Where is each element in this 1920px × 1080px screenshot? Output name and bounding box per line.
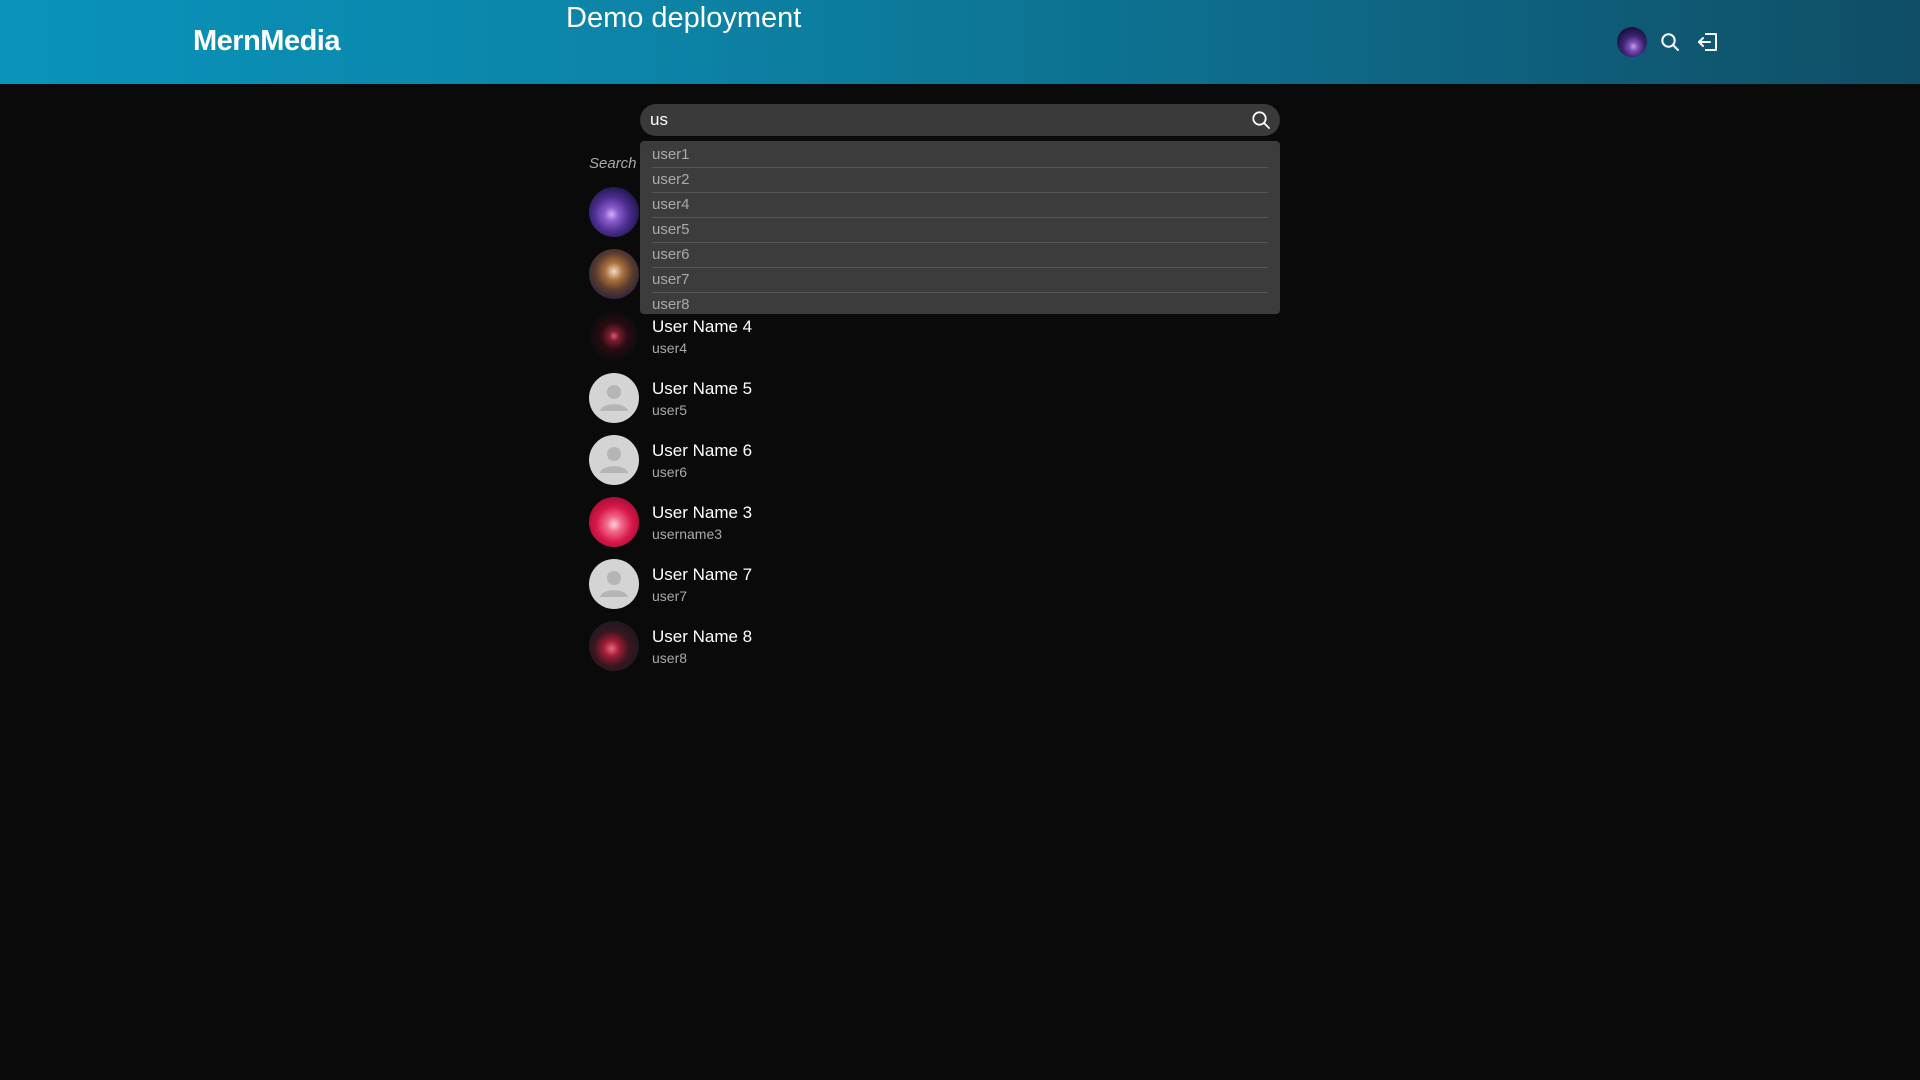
user-handle: user4 <box>652 340 688 356</box>
search-suggestions-dropdown: user1 user2 user4 user5 user6 user7 user… <box>640 141 1280 314</box>
suggestion-item[interactable]: user6 <box>652 243 1268 268</box>
top-header: MernMedia Demo deployment <box>0 0 1920 84</box>
suggestion-item[interactable]: user2 <box>652 168 1268 193</box>
search-input[interactable] <box>650 104 1230 136</box>
user-avatar <box>589 621 639 671</box>
suggestion-item[interactable]: user5 <box>652 218 1268 243</box>
user-result-row[interactable]: User Name 3 username3 <box>589 497 989 559</box>
profile-avatar[interactable] <box>1617 27 1647 57</box>
default-person-icon <box>589 559 639 609</box>
user-avatar <box>589 311 639 361</box>
user-result-row[interactable]: User Name 5 user5 <box>589 373 989 435</box>
search-results-label: Search <box>589 155 637 172</box>
search-bar <box>640 104 1280 136</box>
default-person-icon <box>589 435 639 485</box>
user-avatar <box>589 187 639 237</box>
header-actions <box>1617 26 1723 58</box>
user-result-row[interactable]: User Name 4 user4 <box>589 311 989 373</box>
user-display-name: User Name 4 <box>652 317 753 336</box>
suggestion-item[interactable]: user7 <box>652 268 1268 293</box>
user-handle: username3 <box>652 526 723 542</box>
user-display-name: User Name 3 <box>652 503 753 522</box>
brand-logo[interactable]: MernMedia <box>193 25 340 58</box>
user-display-name: User Name 8 <box>652 627 753 646</box>
logout-icon[interactable] <box>1693 27 1723 57</box>
suggestion-item[interactable]: user4 <box>652 193 1268 218</box>
search-icon[interactable] <box>1655 27 1685 57</box>
user-display-name: User Name 7 <box>652 565 753 584</box>
user-result-row[interactable]: User Name 7 user7 <box>589 559 989 621</box>
user-result-row[interactable]: User Name 6 user6 <box>589 435 989 497</box>
suggestion-item[interactable]: user8 <box>652 293 1268 317</box>
user-display-name: User Name 6 <box>652 441 753 460</box>
demo-banner-title: Demo deployment <box>566 2 802 34</box>
default-person-icon <box>589 373 639 423</box>
user-result-row[interactable]: User Name 8 user8 <box>589 621 989 683</box>
user-avatar <box>589 249 639 299</box>
user-handle: user5 <box>652 402 688 418</box>
user-handle: user7 <box>652 588 688 604</box>
user-avatar <box>589 497 639 547</box>
user-display-name: User Name 5 <box>652 379 753 398</box>
user-handle: user6 <box>652 464 688 480</box>
search-submit-icon[interactable] <box>1248 107 1274 133</box>
user-handle: user8 <box>652 650 688 666</box>
suggestion-item[interactable]: user1 <box>652 143 1268 168</box>
